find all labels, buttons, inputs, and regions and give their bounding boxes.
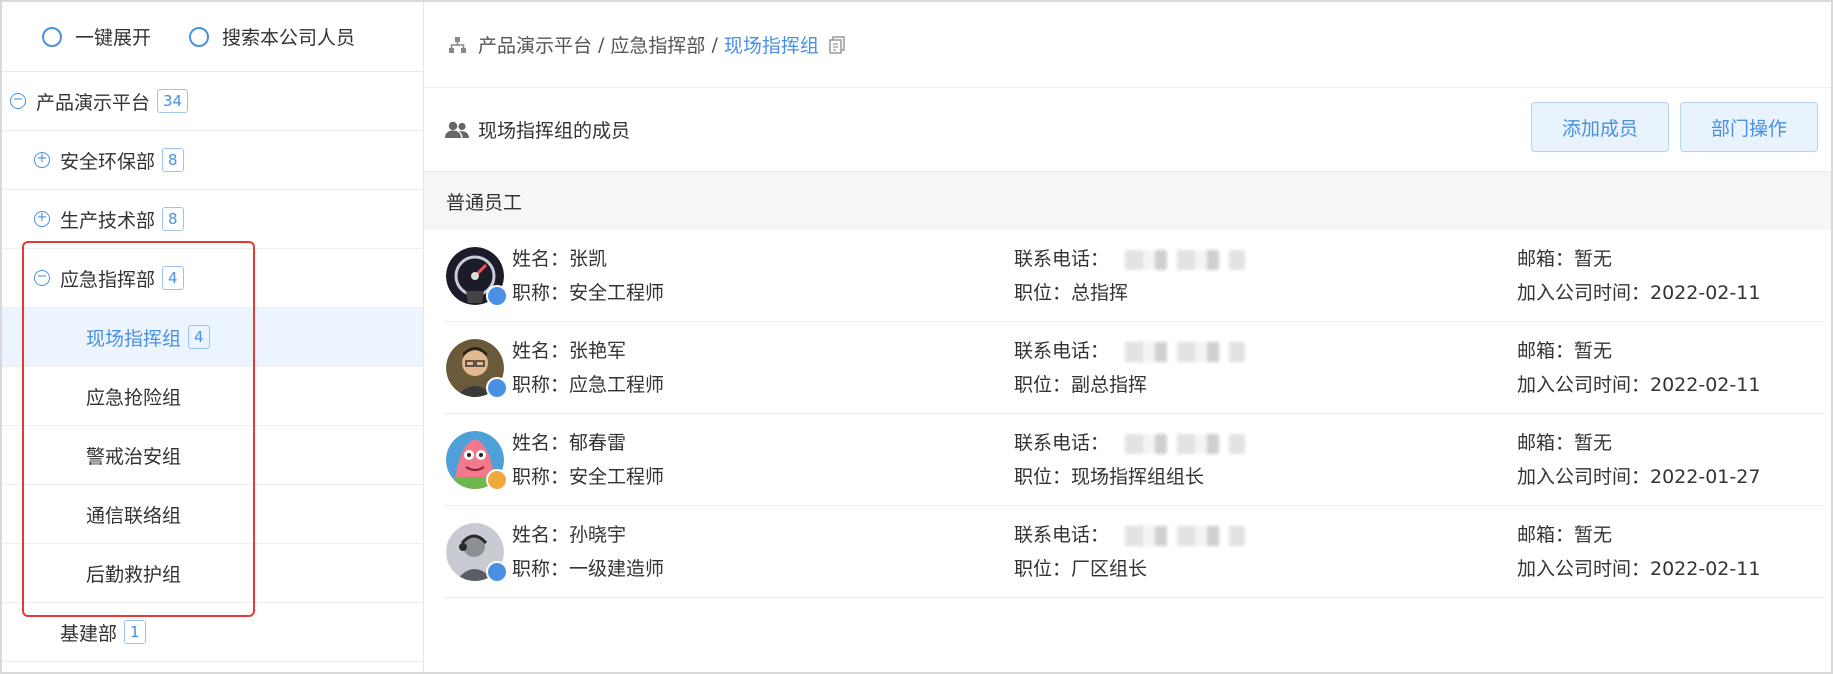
tree-item-infrastructure[interactable]: 基建部 1 bbox=[2, 603, 423, 662]
tree-item-safety-env[interactable]: + 安全环保部 8 bbox=[2, 131, 423, 190]
tree-item-communication[interactable]: 通信联络组 bbox=[2, 485, 423, 544]
search-company-label: 搜索本公司人员 bbox=[222, 27, 356, 49]
tree-item-label: 生产技术部 bbox=[60, 209, 156, 232]
count-badge: 8 bbox=[162, 148, 184, 172]
member-name: 姓名：张凯 bbox=[512, 248, 608, 270]
user-badge-icon bbox=[486, 469, 508, 491]
tree-item-label: 基建部 bbox=[60, 622, 118, 645]
org-sidebar: 一键展开 搜索本公司人员 − 产品演示平台 34 + 安全环保部 8 + 生产技… bbox=[2, 2, 424, 672]
sidebar-options: 一键展开 搜索本公司人员 bbox=[2, 2, 423, 72]
redacted-phone bbox=[1115, 525, 1246, 546]
member-position: 职位：总指挥 bbox=[1014, 282, 1129, 304]
tree-item-security-guard[interactable]: 警戒治安组 bbox=[2, 426, 423, 485]
members-title: 现场指挥组的成员 bbox=[478, 120, 631, 142]
expand-icon[interactable]: + bbox=[34, 211, 50, 227]
tree-item-label: 后勤救护组 bbox=[86, 563, 182, 586]
breadcrumb-item[interactable]: 应急指挥部 bbox=[610, 31, 705, 58]
member-join-date: 加入公司时间：2022-02-11 bbox=[1517, 558, 1761, 580]
member-position: 职位：现场指挥组组长 bbox=[1014, 466, 1205, 488]
tree-item-logistics-rescue[interactable]: 后勤救护组 bbox=[2, 544, 423, 603]
tree-item-label: 应急抢险组 bbox=[86, 386, 182, 409]
member-row[interactable]: 姓名：郁春雷 职称：安全工程师 联系电话： 职位：现场指挥组组长 邮箱：暂无 加… bbox=[444, 414, 1825, 506]
count-badge: 4 bbox=[162, 266, 184, 290]
tree-item-product-platform[interactable]: − 产品演示平台 34 bbox=[2, 72, 423, 131]
expand-icon[interactable]: + bbox=[34, 152, 50, 168]
member-phone: 联系电话： bbox=[1014, 336, 1246, 363]
member-join-date: 加入公司时间：2022-01-27 bbox=[1517, 466, 1761, 488]
member-phone: 联系电话： bbox=[1014, 520, 1246, 547]
radio-icon[interactable] bbox=[42, 26, 62, 47]
users-icon bbox=[445, 121, 469, 138]
user-badge-icon bbox=[486, 561, 508, 583]
tree-item-production-tech[interactable]: + 生产技术部 8 bbox=[2, 190, 423, 249]
phone-label: 联系电话： bbox=[1014, 248, 1110, 270]
tree-item-label: 应急指挥部 bbox=[60, 268, 156, 291]
member-phone: 联系电话： bbox=[1014, 428, 1246, 455]
search-company-option[interactable]: 搜索本公司人员 bbox=[189, 23, 355, 50]
main-panel: 产品演示平台 / 应急指挥部 / 现场指挥组 现场指挥组的成员 添加成员 部门操… bbox=[424, 2, 1831, 672]
member-phone: 联系电话： bbox=[1014, 244, 1246, 271]
user-badge-icon bbox=[486, 285, 508, 307]
breadcrumb-current: 现场指挥组 bbox=[723, 35, 819, 57]
member-row[interactable]: 姓名：孙晓宇 职称：一级建造师 联系电话： 职位：厂区组长 邮箱：暂无 加入公司… bbox=[444, 506, 1825, 598]
member-email: 邮箱：暂无 bbox=[1517, 432, 1613, 454]
member-title: 职称：应急工程师 bbox=[512, 374, 665, 396]
expand-all-option[interactable]: 一键展开 bbox=[42, 23, 151, 50]
member-email: 邮箱：暂无 bbox=[1517, 524, 1613, 546]
tree-item-label: 警戒治安组 bbox=[86, 445, 182, 468]
copy-icon[interactable] bbox=[827, 35, 847, 55]
member-row[interactable]: 姓名：张艳军 职称：应急工程师 联系电话： 职位：副总指挥 邮箱：暂无 加入公司… bbox=[444, 322, 1825, 414]
member-position: 职位：副总指挥 bbox=[1014, 374, 1148, 396]
tree-item-label: 现场指挥组 bbox=[86, 327, 182, 350]
breadcrumb: 产品演示平台 / 应急指挥部 / 现场指挥组 bbox=[424, 2, 1831, 88]
tree-item-field-command[interactable]: 现场指挥组 4 bbox=[2, 308, 423, 367]
member-name: 姓名：张艳军 bbox=[512, 340, 627, 362]
redacted-phone bbox=[1115, 249, 1246, 270]
phone-label: 联系电话： bbox=[1014, 432, 1110, 454]
tree-item-emergency-rescue[interactable]: 应急抢险组 bbox=[2, 367, 423, 426]
org-structure-icon bbox=[449, 36, 466, 53]
count-badge: 34 bbox=[157, 89, 189, 113]
breadcrumb-separator: / bbox=[711, 33, 718, 56]
member-row[interactable]: 姓名：张凯 职称：安全工程师 联系电话： 职位：总指挥 邮箱：暂无 加入公司时间… bbox=[444, 230, 1825, 322]
add-member-button[interactable]: 添加成员 bbox=[1531, 102, 1669, 152]
member-title: 职称：安全工程师 bbox=[512, 282, 665, 304]
count-badge: 4 bbox=[188, 325, 210, 349]
department-ops-button[interactable]: 部门操作 bbox=[1680, 102, 1818, 152]
member-position: 职位：厂区组长 bbox=[1014, 558, 1148, 580]
member-email: 邮箱：暂无 bbox=[1517, 248, 1613, 270]
tree-item-label: 产品演示平台 bbox=[36, 91, 151, 114]
member-title: 职称：一级建造师 bbox=[512, 558, 665, 580]
count-badge: 1 bbox=[124, 620, 146, 644]
count-badge: 8 bbox=[162, 207, 184, 231]
tree-item-emergency-command[interactable]: − 应急指挥部 4 bbox=[2, 249, 423, 308]
collapse-icon[interactable]: − bbox=[34, 270, 50, 286]
tree-item-label: 通信联络组 bbox=[86, 504, 182, 527]
members-header: 现场指挥组的成员 添加成员 部门操作 bbox=[424, 88, 1831, 171]
breadcrumb-item[interactable]: 产品演示平台 bbox=[478, 31, 592, 58]
user-badge-icon bbox=[486, 377, 508, 399]
breadcrumb-separator: / bbox=[598, 33, 605, 56]
redacted-phone bbox=[1115, 433, 1246, 454]
redacted-phone bbox=[1115, 341, 1246, 362]
phone-label: 联系电话： bbox=[1014, 340, 1110, 362]
member-join-date: 加入公司时间：2022-02-11 bbox=[1517, 282, 1761, 304]
member-join-date: 加入公司时间：2022-02-11 bbox=[1517, 374, 1761, 396]
member-title: 职称：安全工程师 bbox=[512, 466, 665, 488]
member-name: 姓名：郁春雷 bbox=[512, 432, 627, 454]
member-name: 姓名：孙晓宇 bbox=[512, 524, 627, 546]
tree-item-label: 安全环保部 bbox=[60, 150, 156, 173]
section-header-regular-staff: 普通员工 bbox=[424, 171, 1831, 230]
expand-all-label: 一键展开 bbox=[75, 27, 152, 49]
member-email: 邮箱：暂无 bbox=[1517, 340, 1613, 362]
collapse-icon[interactable]: − bbox=[10, 93, 26, 109]
radio-icon[interactable] bbox=[189, 26, 210, 47]
phone-label: 联系电话： bbox=[1014, 524, 1110, 546]
